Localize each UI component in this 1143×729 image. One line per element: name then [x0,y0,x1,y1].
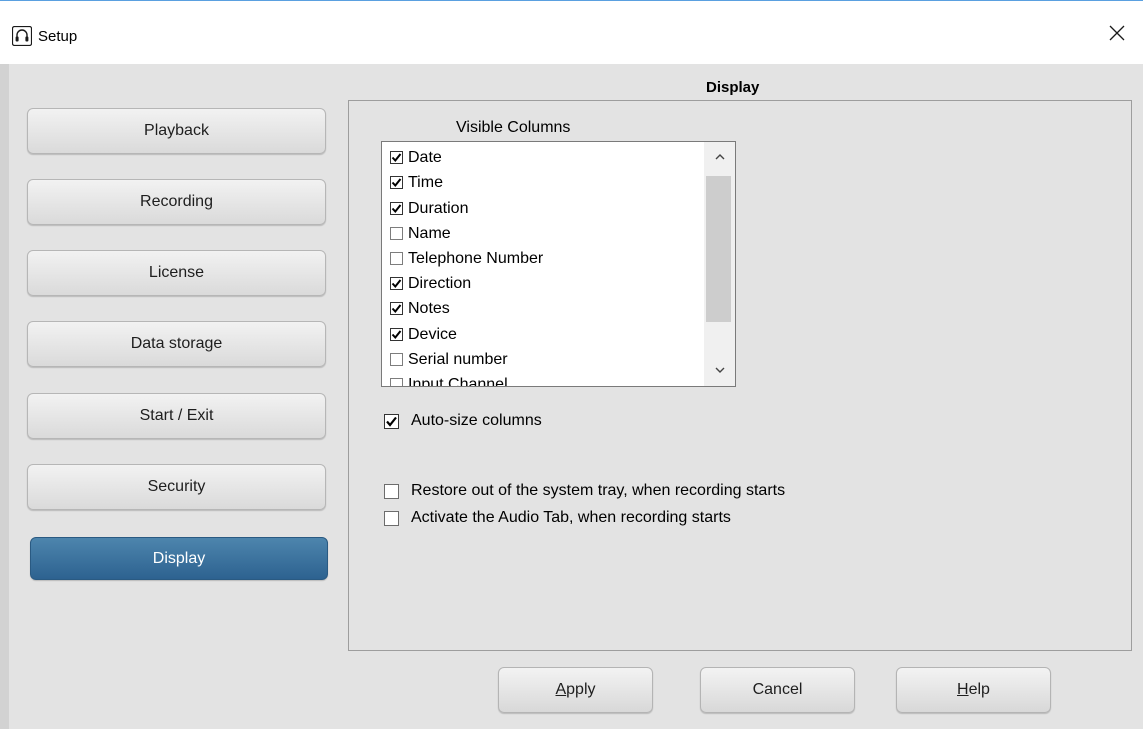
nav-license-button[interactable]: License [27,250,326,296]
help-button-label: Help [957,681,990,698]
cancel-button[interactable]: Cancel [700,667,855,713]
checkbox-unchecked[interactable] [390,353,403,366]
scroll-thumb[interactable] [706,176,731,322]
checkbox-checked[interactable] [390,151,403,164]
headset-icon [11,25,33,47]
column-item-device[interactable]: Device [390,322,457,347]
visible-columns-list[interactable]: Date Time Duration Name Telephone Number… [381,141,736,387]
column-item-label: Device [408,325,457,343]
column-item-label: Time [408,173,443,191]
vertical-scrollbar[interactable] [704,142,735,386]
column-item-label: Input Channel [408,375,508,387]
nav-security-button[interactable]: Security [27,464,326,510]
auto-size-columns-label: Auto-size columns [411,412,542,429]
nav-recording-button[interactable]: Recording [27,179,326,225]
column-item-label: Telephone Number [408,249,544,267]
nav-display-button[interactable]: Display [30,537,328,580]
column-item-label: Name [408,224,451,242]
column-item-name[interactable]: Name [390,221,451,246]
visible-columns-label: Visible Columns [456,119,571,136]
nav-data-storage-button[interactable]: Data storage [27,321,326,367]
apply-button-label: Apply [555,681,596,698]
scroll-down-button[interactable] [704,358,735,382]
column-item-label: Date [408,148,442,166]
close-button[interactable] [1099,15,1135,55]
scroll-up-button[interactable] [704,144,735,168]
nav-playback-button[interactable]: Playback [27,108,326,154]
window-left-border [0,64,9,729]
activate-audio-tab-option[interactable]: Activate the Audio Tab, when recording s… [384,507,731,529]
restore-tray-label: Restore out of the system tray, when rec… [411,482,786,499]
column-item-serial-number[interactable]: Serial number [390,347,508,372]
chevron-down-icon [715,361,725,379]
column-item-telephone-number[interactable]: Telephone Number [390,246,543,271]
page-title: Display [706,79,760,96]
activate-audio-tab-checkbox[interactable] [384,510,399,526]
apply-button[interactable]: Apply [498,667,653,713]
checkbox-checked[interactable] [390,328,403,341]
nav-start-exit-button[interactable]: Start / Exit [27,393,326,439]
column-item-notes[interactable]: Notes [390,296,450,321]
column-item-label: Serial number [408,350,508,368]
chevron-up-icon [715,147,725,165]
restore-tray-checkbox[interactable] [384,483,399,499]
title-bar: Setup [0,1,1143,64]
column-item-direction[interactable]: Direction [390,271,471,296]
column-item-input-channel[interactable]: Input Channel [390,372,508,386]
window-title: Setup [38,28,78,45]
column-item-label: Notes [408,299,450,317]
column-item-label: Direction [408,274,472,292]
help-button[interactable]: Help [896,667,1051,713]
column-item-date[interactable]: Date [390,145,442,170]
auto-size-columns-option[interactable]: Auto-size columns [384,410,542,432]
cancel-button-label: Cancel [752,681,803,698]
column-item-label: Duration [408,199,469,217]
column-item-time[interactable]: Time [390,170,443,195]
checkbox-unchecked[interactable] [390,378,403,386]
checkbox-checked[interactable] [390,176,403,189]
column-item-duration[interactable]: Duration [390,196,468,221]
visible-columns-list-content: Date Time Duration Name Telephone Number… [382,142,704,386]
checkbox-unchecked[interactable] [390,227,403,240]
close-icon [1109,25,1125,46]
auto-size-columns-checkbox[interactable] [384,413,399,429]
checkbox-checked[interactable] [390,202,403,215]
checkbox-checked[interactable] [390,277,403,290]
activate-audio-tab-label: Activate the Audio Tab, when recording s… [411,509,731,526]
checkbox-unchecked[interactable] [390,252,403,265]
restore-tray-option[interactable]: Restore out of the system tray, when rec… [384,480,785,502]
checkbox-checked[interactable] [390,302,403,315]
